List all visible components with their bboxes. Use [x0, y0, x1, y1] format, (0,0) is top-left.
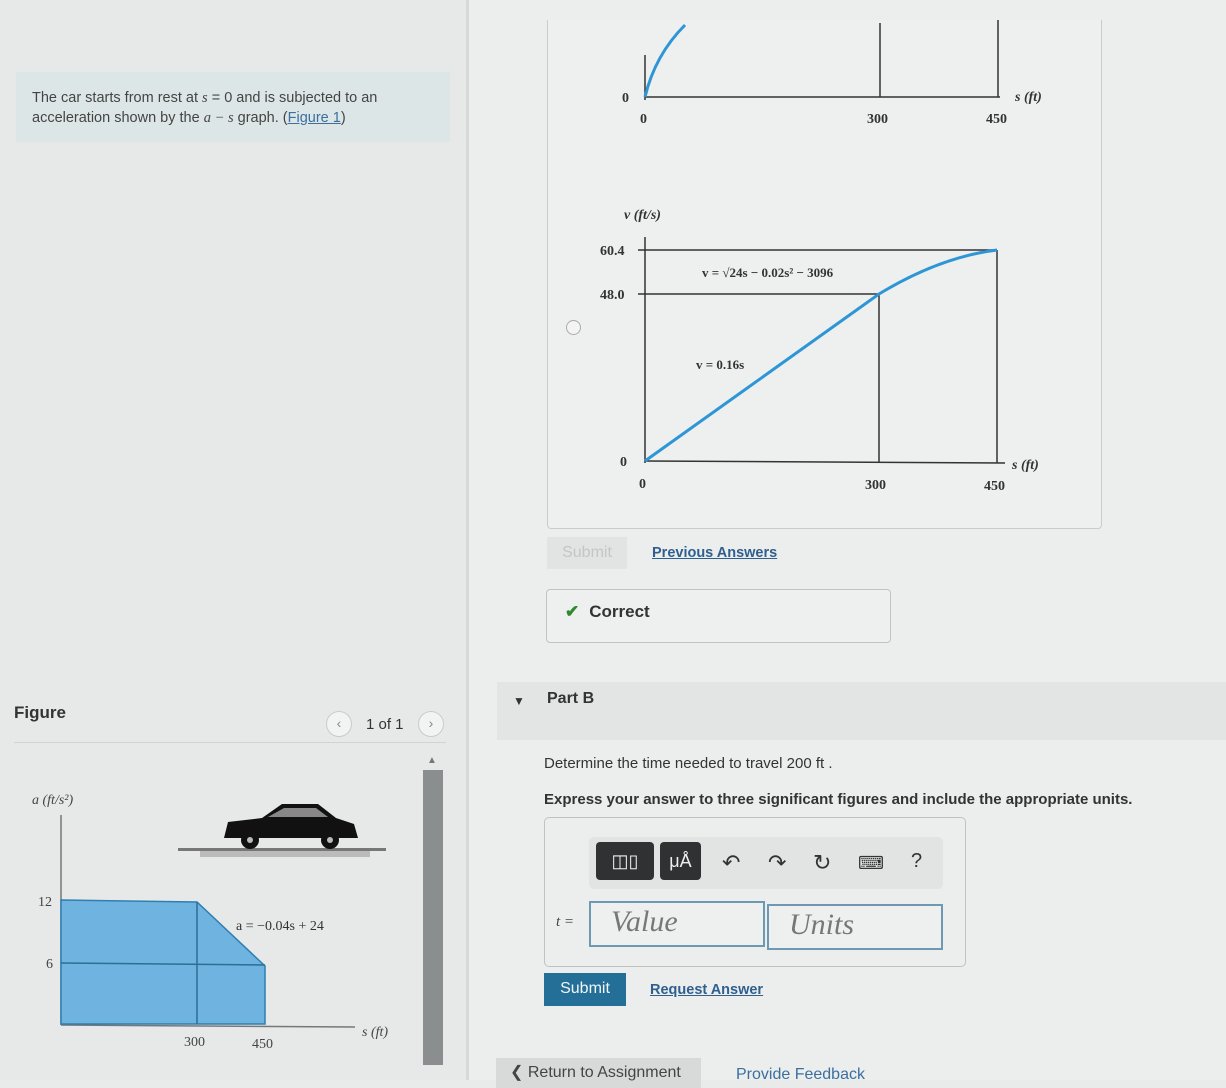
y-tick-6: 6	[46, 957, 53, 972]
reset-icon[interactable]: ↻	[813, 850, 831, 876]
car-icon	[178, 804, 386, 857]
v-x-tick-300: 300	[865, 478, 886, 493]
help-icon[interactable]: ?	[911, 850, 922, 873]
problem-statement: The car starts from rest at s = 0 and is…	[16, 72, 450, 142]
return-to-assignment-button[interactable]: ❮ Return to Assignment	[496, 1058, 701, 1088]
request-answer-link[interactable]: Request Answer	[650, 982, 763, 998]
value-input[interactable]: Value	[589, 901, 765, 947]
t-label: t =	[556, 914, 575, 930]
x-axis-label: s (ft)	[362, 1025, 388, 1040]
caret-down-icon[interactable]: ▼	[513, 694, 525, 708]
divider	[14, 742, 446, 743]
v-x-tick-0: 0	[639, 477, 646, 492]
templates-icon[interactable]: ◫▯	[596, 842, 654, 880]
y-axis-label: a (ft/s²)	[32, 793, 73, 808]
figure-title: Figure	[14, 703, 66, 722]
v-y-tick-48: 48.0	[600, 288, 625, 303]
x-tick-450: 450	[252, 1037, 273, 1052]
part-a-graphs: 0 0 300 450 s (ft) v (ft/s) 60.4 48.0 0 …	[600, 20, 1042, 494]
left-panel: The car starts from rest at s = 0 and is…	[0, 0, 466, 1080]
equation-label: a = −0.04s + 24	[236, 919, 324, 934]
y-tick-12: 12	[38, 895, 52, 910]
v-y-tick-0: 0	[620, 455, 627, 470]
previous-answers-link[interactable]: Previous Answers	[652, 545, 777, 561]
provide-feedback-link[interactable]: Provide Feedback	[736, 1066, 865, 1084]
top-x-tick-300: 300	[867, 112, 888, 127]
units-input[interactable]: Units	[767, 904, 943, 950]
status-text: Correct	[589, 602, 650, 621]
a-s-graph: a (ft/s²) 12 6 300 450 s (ft) a = −0.04s…	[32, 793, 388, 1052]
chevron-left-icon[interactable]: ‹	[326, 711, 352, 737]
keyboard-icon[interactable]: ⌨	[858, 853, 884, 874]
figure-scrollbar[interactable]	[423, 770, 443, 1065]
chevron-left-icon: ❮	[510, 1064, 528, 1081]
paren: )	[340, 110, 346, 126]
velocity-curve	[644, 248, 998, 463]
top-x-tick-0: 0	[640, 112, 647, 127]
undo-icon[interactable]: ↶	[722, 850, 740, 876]
top-curve	[643, 23, 687, 98]
v-x-label: s (ft)	[1011, 458, 1039, 473]
problem-text: The car starts from rest at	[32, 90, 203, 106]
part-a-submit-button[interactable]: Submit	[547, 537, 627, 569]
graph-name: a − s	[203, 110, 234, 126]
units-button[interactable]: μÅ	[660, 842, 701, 880]
part-b-title[interactable]: Part B	[547, 690, 594, 708]
scroll-up-arrow-icon[interactable]: ▲	[427, 755, 437, 766]
top-x-tick-450: 450	[986, 112, 1007, 127]
v-y-tick-60-4: 60.4	[600, 244, 625, 259]
eq-upper: v = √24s − 0.02s² − 3096	[702, 265, 834, 280]
acceleration-area	[60, 899, 266, 1025]
instruction-text: Express your answer to three significant…	[544, 791, 1133, 808]
top-y-tick-0: 0	[622, 91, 629, 106]
x-tick-300: 300	[184, 1035, 205, 1050]
eq-lower: v = 0.16s	[696, 357, 744, 372]
part-b-header[interactable]	[497, 682, 1226, 740]
v-x-axis	[644, 460, 1006, 464]
chevron-right-icon[interactable]: ›	[418, 711, 444, 737]
question-text: Determine the time needed to travel 200 …	[544, 755, 833, 772]
redo-icon[interactable]: ↷	[768, 850, 786, 876]
figure-link[interactable]: Figure 1	[288, 110, 341, 126]
top-x-label: s (ft)	[1014, 90, 1042, 105]
x-axis	[60, 1024, 356, 1028]
correct-feedback: ✔ Correct	[546, 589, 891, 643]
v-x-tick-450: 450	[984, 479, 1005, 494]
submit-button[interactable]: Submit	[544, 973, 626, 1006]
check-icon: ✔	[565, 602, 580, 621]
figure-pager: 1 of 1	[366, 716, 404, 733]
return-label: Return to Assignment	[527, 1064, 681, 1081]
problem-text-after: graph. (	[233, 110, 288, 126]
eq-zero: = 0	[207, 90, 233, 106]
v-y-label: v (ft/s)	[624, 208, 661, 223]
